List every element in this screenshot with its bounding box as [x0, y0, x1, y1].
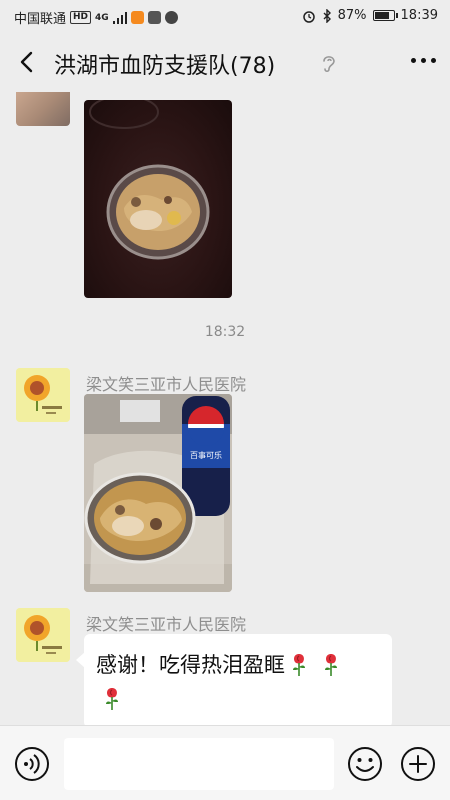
battery-icon: [372, 10, 398, 21]
image-message[interactable]: [84, 100, 232, 298]
battery-fill: [374, 12, 390, 19]
food-bowl-photo: [89, 100, 210, 260]
status-time: 18:39: [400, 8, 438, 23]
plus-icon[interactable]: [400, 746, 436, 782]
camera-app-icon: [147, 11, 161, 24]
timestamp-label: 18:32: [204, 324, 246, 340]
hd-badge: HD: [70, 11, 92, 24]
sender-name: 梁文笑三亚市人民医院: [86, 615, 247, 634]
message-input[interactable]: [64, 738, 334, 790]
alarm-icon: [302, 10, 315, 23]
avatar[interactable]: [16, 368, 70, 422]
rose-icon: [293, 654, 305, 676]
bottle-label: 百事可乐: [190, 450, 222, 460]
battery-percent: 87%: [337, 8, 367, 23]
avatar[interactable]: [16, 92, 70, 126]
chat-title: 洪湖市血防支援队(78): [54, 54, 276, 79]
status-left: 中国联通 HD 4G: [14, 8, 178, 27]
more-icon[interactable]: [411, 58, 436, 63]
sunflower-avatar-icon: [16, 368, 70, 422]
video-app-icon: [130, 11, 144, 24]
signal-icon: [112, 11, 127, 24]
rose-icon: [106, 688, 118, 710]
text-message-bubble[interactable]: 感谢！吃得热泪盈眶: [76, 634, 392, 725]
image-message[interactable]: 百事可乐: [84, 394, 232, 592]
ear-icon: [323, 56, 335, 73]
emoji-icon[interactable]: [347, 746, 383, 782]
avatar[interactable]: [16, 608, 70, 662]
navigation-app-icon: [164, 11, 178, 24]
voice-icon[interactable]: [14, 746, 50, 782]
input-bar: [0, 725, 450, 800]
rose-icon: [325, 654, 337, 676]
bluetooth-icon: [323, 8, 331, 23]
status-right: 87% 18:39: [302, 8, 438, 23]
chat-header: 洪湖市血防支援队(78): [0, 32, 450, 92]
back-arrow-icon[interactable]: [14, 48, 42, 76]
carrier-label: 中国联通: [14, 12, 67, 27]
message-list[interactable]: 18:32 梁文笑三亚市人民医院 百事可乐 梁文笑三亚市人民医院 感谢！吃得热泪…: [0, 92, 450, 725]
status-bar: 中国联通 HD 4G 87% 18:39: [0, 0, 450, 32]
sender-name: 梁文笑三亚市人民医院: [86, 375, 247, 394]
message-text: 感谢！吃得热泪盈眶: [96, 653, 285, 677]
food-and-pepsi-photo: 百事可乐: [84, 394, 232, 592]
sunflower-avatar-icon: [16, 608, 70, 662]
network-label: 4G: [95, 12, 109, 23]
